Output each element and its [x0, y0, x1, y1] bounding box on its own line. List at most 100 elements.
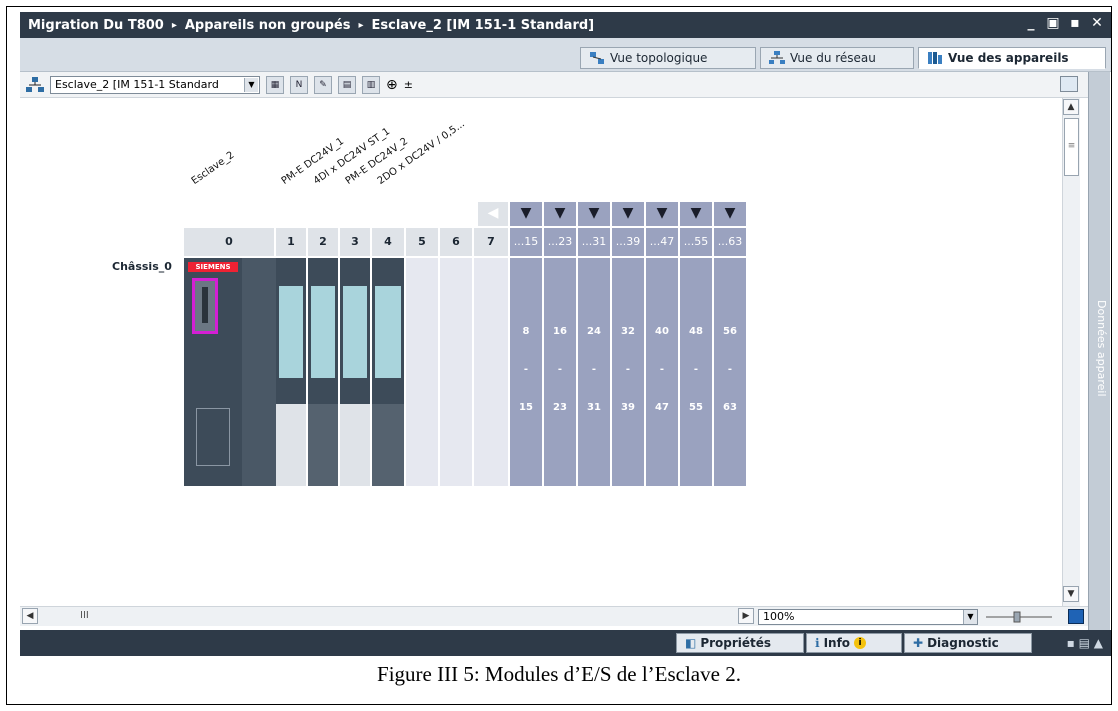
expansion-slot-1[interactable]: 8 - 15 — [510, 258, 542, 486]
close-icon[interactable]: ✕ — [1089, 15, 1105, 31]
slot-number-13: ...55 — [680, 228, 712, 256]
scroll-left-icon[interactable]: ◀ — [22, 608, 38, 624]
panel-icon[interactable]: ▥ — [362, 75, 380, 94]
module-pm-e-2[interactable] — [340, 258, 370, 486]
zoom-options-icon[interactable]: ± — [404, 78, 413, 91]
head-module-im151[interactable]: SIEMENS — [184, 258, 242, 486]
expand-arrow-icon[interactable]: ▼ — [612, 202, 644, 226]
fit-view-icon[interactable] — [1068, 609, 1084, 624]
restore-icon[interactable]: ▣ — [1045, 15, 1061, 31]
horizontal-scrollbar[interactable]: ◀ III ▶ 100% ▼ — [20, 606, 1088, 626]
expansion-end: 47 — [655, 402, 669, 413]
expansion-end: 39 — [621, 402, 635, 413]
expansion-slot-6[interactable]: 48 - 55 — [680, 258, 712, 486]
expansion-start: 48 — [689, 326, 703, 337]
draw-icon[interactable]: ✎ — [314, 75, 332, 94]
expansion-dash: - — [659, 364, 665, 375]
slot-number-0: 0 — [184, 228, 274, 256]
vertical-scrollbar[interactable]: ▲ ≡ ▼ — [1062, 98, 1080, 606]
profibus-connector[interactable] — [192, 278, 218, 334]
window-titlebar: Migration Du T800 ▸ Appareils non groupé… — [20, 12, 1111, 38]
module-4di-dc24v[interactable] — [308, 258, 338, 486]
slot-number-5: 5 — [406, 228, 438, 256]
tab-topology-view[interactable]: Vue topologique — [580, 47, 756, 69]
slot-number-10: ...31 — [578, 228, 610, 256]
power-connector — [196, 408, 230, 466]
tab-network-view[interactable]: Vue du réseau — [760, 47, 914, 69]
empty-slot-6[interactable] — [440, 258, 472, 486]
expansion-start: 24 — [587, 326, 601, 337]
siemens-logo: SIEMENS — [188, 262, 238, 272]
breadcrumb-project[interactable]: Migration Du T800 — [28, 18, 164, 33]
expand-arrow-icon[interactable]: ▼ — [510, 202, 542, 226]
expansion-end: 15 — [519, 402, 533, 413]
slot-number-8: ...15 — [510, 228, 542, 256]
device-select[interactable]: Esclave_2 [IM 151-1 Standard ▼ — [50, 75, 260, 94]
overview-toggle-icon[interactable] — [1060, 76, 1078, 92]
empty-slot-5[interactable] — [406, 258, 438, 486]
device-canvas[interactable]: Esclave_2 PM-E DC24V_1 4DI x DC24V ST_1 … — [20, 98, 1062, 606]
scroll-right-icon[interactable]: ▶ — [738, 608, 754, 624]
expansion-slot-7[interactable]: 56 - 63 — [714, 258, 746, 486]
slot-number-14: ...63 — [714, 228, 746, 256]
slot-number-3: 3 — [340, 228, 370, 256]
tab-properties[interactable]: ◧ Propriétés — [676, 633, 804, 653]
breadcrumb-group[interactable]: Appareils non groupés — [185, 18, 351, 33]
expand-arrow-icon[interactable]: ▼ — [646, 202, 678, 226]
breadcrumb-separator-icon: ▸ — [171, 19, 177, 31]
scroll-up-icon[interactable]: ▲ — [1063, 99, 1079, 115]
expansion-dash: - — [557, 364, 563, 375]
panel-controls[interactable]: ▪ ▤ ▲ — [1067, 636, 1103, 650]
maximize-icon[interactable]: ▪ — [1067, 15, 1083, 31]
expansion-dash: - — [693, 364, 699, 375]
name-display-icon[interactable]: N — [290, 75, 308, 94]
expansion-dash: - — [727, 364, 733, 375]
network-overview-icon[interactable] — [26, 76, 44, 94]
slot-label-head: Esclave_2 — [189, 149, 237, 187]
scroll-down-icon[interactable]: ▼ — [1063, 586, 1079, 602]
slot-number-4: 4 — [372, 228, 404, 256]
tab-diagnostic[interactable]: ✚ Diagnostic — [904, 633, 1032, 653]
power-module-slot[interactable] — [242, 258, 276, 486]
grid-icon[interactable]: ▤ — [338, 75, 356, 94]
tab-device-view[interactable]: Vue des appareils — [918, 47, 1106, 69]
inspector-tabs: ◧ Propriétés ℹ Info i ✚ Diagnostic ▪ ▤ ▲ — [20, 630, 1111, 656]
scroll-grip[interactable]: III — [80, 610, 89, 621]
tab-info[interactable]: ℹ Info i — [806, 633, 902, 653]
zoom-slider[interactable] — [984, 611, 1054, 623]
zoom-in-icon[interactable]: ⊕ — [386, 77, 398, 93]
devices-icon — [927, 51, 943, 65]
window-controls: _ ▣ ▪ ✕ — [1023, 15, 1105, 31]
slot-number-11: ...39 — [612, 228, 644, 256]
slot-number-6: 6 — [440, 228, 472, 256]
chevron-down-icon[interactable]: ▼ — [244, 77, 258, 92]
expansion-slot-5[interactable]: 40 - 47 — [646, 258, 678, 486]
expansion-start: 40 — [655, 326, 669, 337]
properties-icon: ◧ — [685, 636, 697, 650]
expansion-slot-2[interactable]: 16 - 23 — [544, 258, 576, 486]
slot-number-12: ...47 — [646, 228, 678, 256]
chevron-down-icon[interactable]: ▼ — [963, 610, 977, 624]
diagnostic-icon: ✚ — [913, 636, 924, 650]
scroll-left-icon[interactable]: ◀ — [478, 202, 508, 226]
minimize-icon[interactable]: _ — [1023, 15, 1039, 31]
expand-arrow-icon[interactable]: ▼ — [714, 202, 746, 226]
empty-slot-7[interactable] — [474, 258, 508, 486]
expansion-slot-4[interactable]: 32 - 39 — [612, 258, 644, 486]
slot-number-1: 1 — [276, 228, 306, 256]
expansion-end: 31 — [587, 402, 601, 413]
topology-icon — [589, 51, 605, 65]
zoom-level-select[interactable]: 100% ▼ — [758, 609, 978, 625]
info-badge-icon: i — [854, 637, 867, 649]
expansion-dash: - — [591, 364, 597, 375]
expand-arrow-icon[interactable]: ▼ — [578, 202, 610, 226]
expansion-slot-3[interactable]: 24 - 31 — [578, 258, 610, 486]
module-pm-e-1[interactable] — [276, 258, 306, 486]
breadcrumb-device[interactable]: Esclave_2 [IM 151-1 Standard] — [372, 18, 595, 33]
module-view-icon[interactable]: ▦ — [266, 75, 284, 94]
expansion-start: 56 — [723, 326, 737, 337]
scroll-thumb[interactable]: ≡ — [1064, 118, 1079, 176]
module-2do-dc24v[interactable] — [372, 258, 404, 486]
expand-arrow-icon[interactable]: ▼ — [544, 202, 576, 226]
expand-arrow-icon[interactable]: ▼ — [680, 202, 712, 226]
